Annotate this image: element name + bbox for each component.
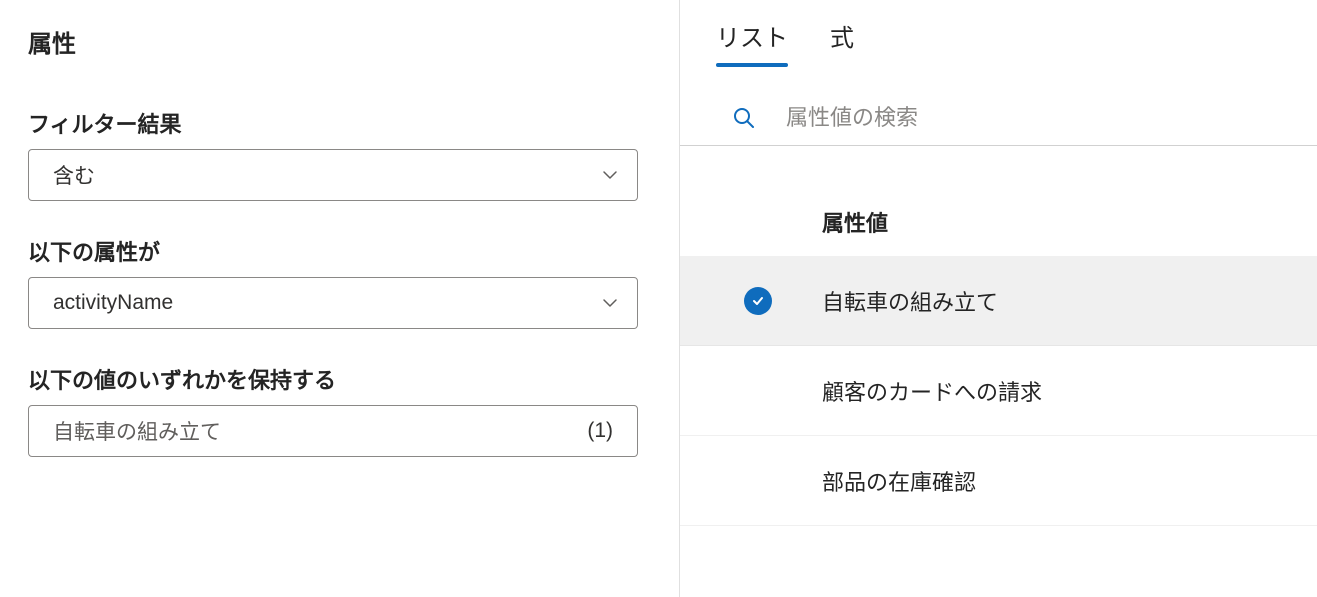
list-item-label: 部品の在庫確認 xyxy=(822,465,976,497)
filter-result-label: フィルター結果 xyxy=(28,107,651,139)
left-panel: 属性 フィルター結果 含む 以下の属性が activityName 以下の値のい… xyxy=(0,0,680,597)
filter-result-value: 含む xyxy=(53,160,95,190)
attributes-title: 属性 xyxy=(28,24,651,59)
holds-value: 自転車の組み立て xyxy=(53,416,221,446)
attribute-label: 以下の属性が xyxy=(28,235,651,267)
tab-list[interactable]: リスト xyxy=(716,18,788,65)
search-input[interactable] xyxy=(786,105,1317,131)
tab-expression[interactable]: 式 xyxy=(830,18,854,65)
holds-label: 以下の値のいずれかを保持する xyxy=(28,363,651,395)
holds-group: 以下の値のいずれかを保持する 自転車の組み立て (1) xyxy=(28,363,651,457)
attribute-dropdown[interactable]: activityName xyxy=(28,277,638,329)
search-row xyxy=(680,105,1317,146)
list-item[interactable]: 部品の在庫確認 xyxy=(680,436,1317,526)
list-item-label: 顧客のカードへの請求 xyxy=(822,375,1042,407)
filter-result-group: フィルター結果 含む xyxy=(28,107,651,201)
search-icon xyxy=(732,106,756,130)
tabs: リスト 式 xyxy=(680,18,1317,65)
chevron-down-icon xyxy=(601,294,619,312)
filter-result-dropdown[interactable]: 含む xyxy=(28,149,638,201)
attribute-value-header: 属性値 xyxy=(680,206,1317,256)
list-item-label: 自転車の組み立て xyxy=(822,285,998,317)
list-item[interactable]: 顧客のカードへの請求 xyxy=(680,346,1317,436)
check-icon xyxy=(744,287,772,315)
holds-count: (1) xyxy=(587,419,613,443)
attribute-value-list: 自転車の組み立て 顧客のカードへの請求 部品の在庫確認 xyxy=(680,256,1317,526)
attribute-group: 以下の属性が activityName xyxy=(28,235,651,329)
attribute-value: activityName xyxy=(53,291,173,315)
list-item[interactable]: 自転車の組み立て xyxy=(680,256,1317,346)
chevron-down-icon xyxy=(601,166,619,184)
holds-value-box[interactable]: 自転車の組み立て (1) xyxy=(28,405,638,457)
right-panel: リスト 式 属性値 自転車の組み立て 顧客のカードへの請求 部品の在庫確認 xyxy=(680,0,1317,597)
